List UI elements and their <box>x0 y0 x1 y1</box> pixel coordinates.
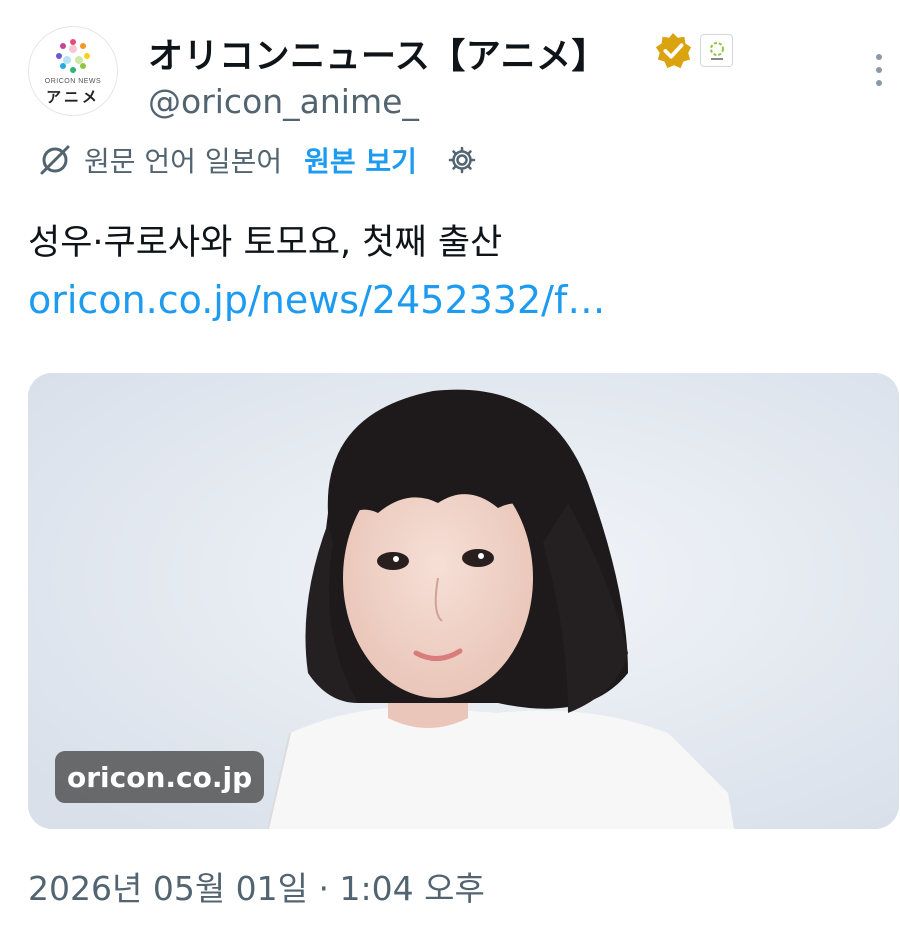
show-original-link[interactable]: 원본 보기 <box>304 140 417 180</box>
media-card[interactable]: oricon.co.jp <box>28 373 899 829</box>
oricon-logo-icon <box>56 38 90 73</box>
translation-bar: 원문 언어 일본어 원본 보기 <box>38 138 477 182</box>
display-name[interactable]: オリコンニュース【アニメ】 <box>148 28 607 79</box>
avatar-subtitle: ORICON NEWS <box>44 77 102 85</box>
more-dot <box>876 67 882 73</box>
avatar-label: アニメ <box>46 87 100 106</box>
tweet-timestamp[interactable]: 2026년 05월 01일 · 1:04 오후 <box>28 862 485 910</box>
source-language-label: 원문 언어 일본어 <box>84 145 283 178</box>
tweet-link[interactable]: oricon.co.jp/news/2452332/f… <box>28 278 605 322</box>
affiliate-mark-icon <box>709 41 724 60</box>
gear-icon[interactable] <box>447 145 477 175</box>
verified-badge-icon[interactable] <box>654 32 692 70</box>
translate-icon <box>40 145 70 175</box>
account-handle[interactable]: @oricon_anime_ <box>148 82 419 121</box>
affiliate-logo-icon[interactable] <box>700 34 733 67</box>
media-domain-badge[interactable]: oricon.co.jp <box>55 751 265 803</box>
media-domain-label: oricon.co.jp <box>67 760 253 794</box>
more-dot <box>876 80 882 86</box>
tweet-text: 성우·쿠로사와 토모요, 첫째 출산 <box>28 223 503 263</box>
tweet-header: ORICON NEWS アニメ オリコンニュース【アニメ】 @oricon_an… <box>0 0 900 130</box>
more-options-icon[interactable] <box>866 50 892 90</box>
avatar[interactable]: ORICON NEWS アニメ <box>28 26 118 116</box>
more-dot <box>876 54 882 60</box>
